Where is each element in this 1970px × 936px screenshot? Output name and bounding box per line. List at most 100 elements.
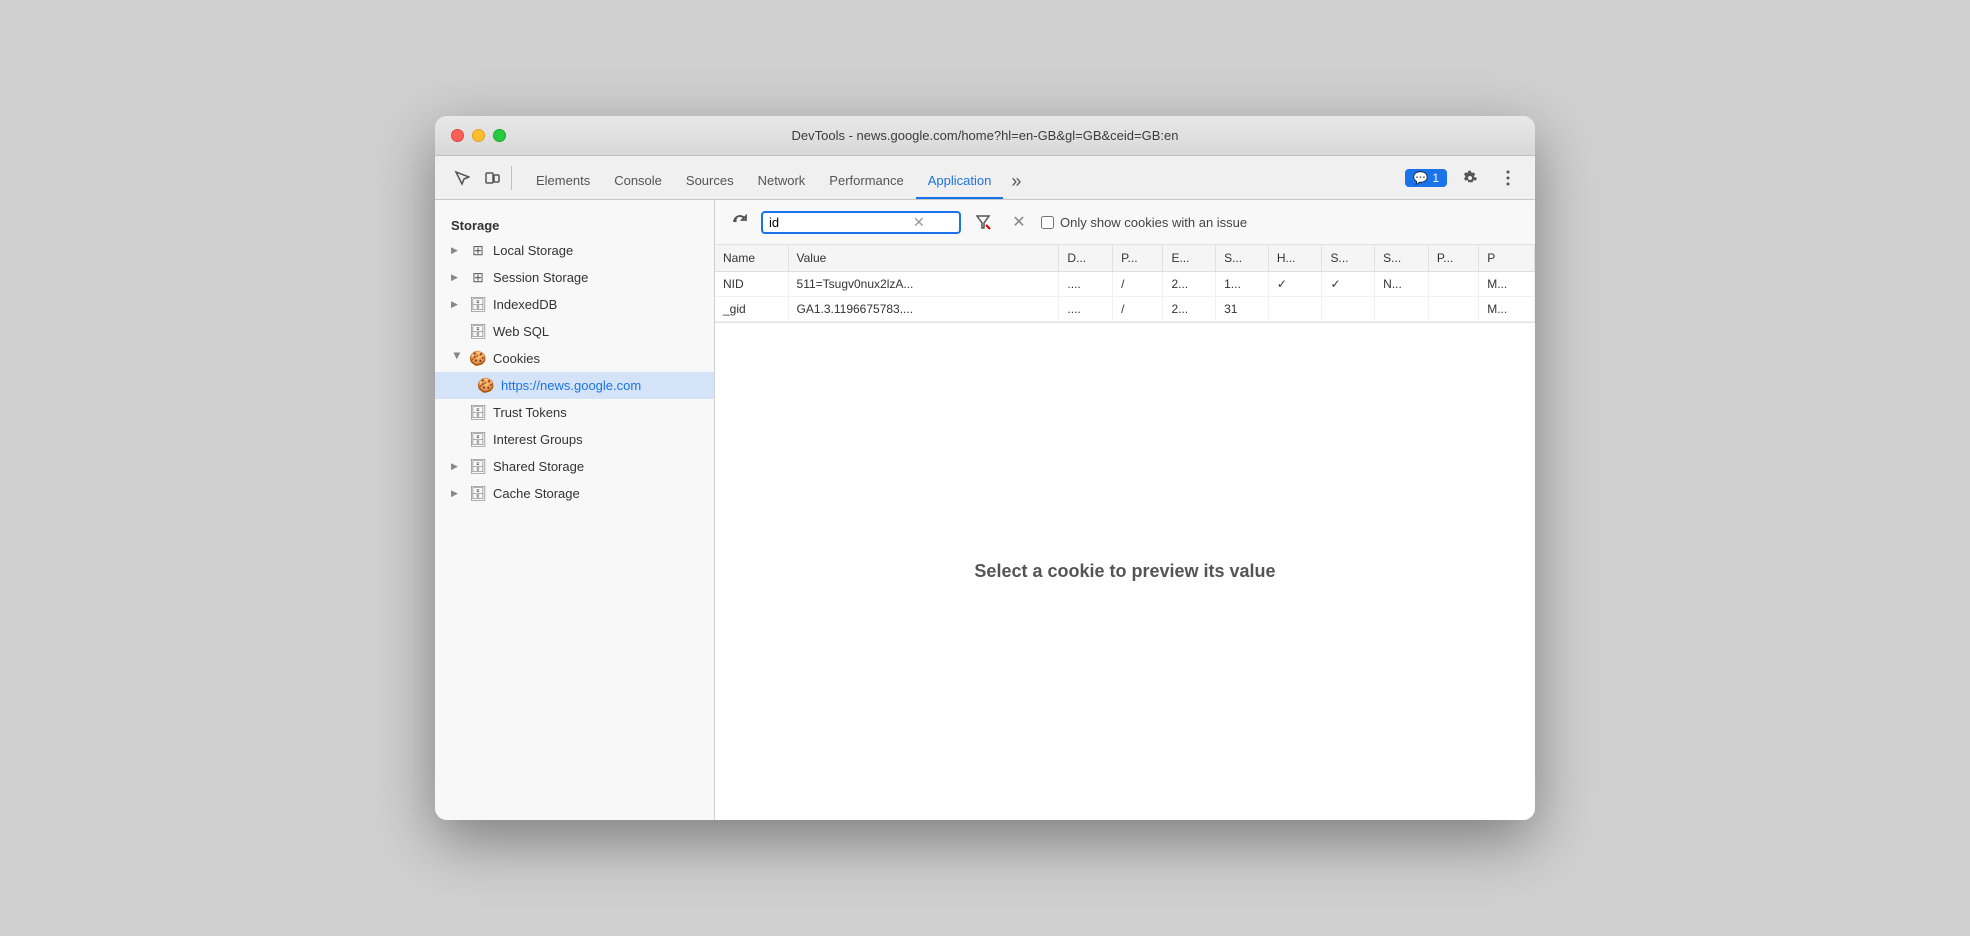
col-path: P...: [1113, 245, 1163, 272]
cookies-table: Name Value D... P... E... S... H... S...…: [715, 245, 1535, 322]
cell-value: 511=Tsugv0nux2lzA...: [788, 272, 1059, 297]
sidebar-item-web-sql[interactable]: ▶ 🗄 Web SQL: [435, 318, 714, 345]
cookie-url-icon: 🍪: [477, 377, 495, 394]
cell-priority: [1428, 297, 1478, 322]
col-size: S...: [1216, 245, 1269, 272]
sidebar-label: Shared Storage: [493, 459, 584, 474]
trust-tokens-icon: 🗄: [469, 404, 487, 421]
traffic-lights: [451, 129, 506, 142]
cell-samesite: [1375, 297, 1429, 322]
web-sql-icon: 🗄: [469, 323, 487, 340]
arrow-icon: ▶: [451, 245, 463, 256]
sidebar-item-cookies[interactable]: ▶ 🍪 Cookies: [435, 345, 714, 372]
toolbar-right: 💬 1: [1405, 163, 1523, 193]
cookies-icon: 🍪: [469, 350, 487, 367]
sidebar-item-cookies-url[interactable]: 🍪 https://news.google.com: [435, 372, 714, 399]
interest-groups-icon: 🗄: [469, 431, 487, 448]
sidebar-item-indexeddb[interactable]: ▶ 🗄 IndexedDB: [435, 291, 714, 318]
col-expires: E...: [1163, 245, 1216, 272]
devtools-window: DevTools - news.google.com/home?hl=en-GB…: [435, 116, 1535, 820]
main-panel: ✕ ✕ Only show cookies with an issue: [715, 200, 1535, 820]
close-button[interactable]: [451, 129, 464, 142]
arrow-icon: ▶: [451, 299, 463, 310]
cell-secure: [1322, 297, 1375, 322]
cell-partitioned: M...: [1479, 272, 1535, 297]
chat-badge[interactable]: 💬 1: [1405, 169, 1447, 187]
sidebar-item-trust-tokens[interactable]: ▶ 🗄 Trust Tokens: [435, 399, 714, 426]
sidebar-item-local-storage[interactable]: ▶ ⊞ Local Storage: [435, 237, 714, 264]
sidebar-item-cache-storage[interactable]: ▶ 🗄 Cache Storage: [435, 480, 714, 507]
preview-text: Select a cookie to preview its value: [974, 561, 1275, 582]
table-row[interactable]: NID 511=Tsugv0nux2lzA... .... / 2... 1..…: [715, 272, 1535, 297]
shared-storage-icon: 🗄: [469, 458, 487, 475]
tab-elements[interactable]: Elements: [524, 163, 602, 199]
tab-performance[interactable]: Performance: [817, 163, 915, 199]
sidebar-label: Session Storage: [493, 270, 588, 285]
cell-size: 31: [1216, 297, 1269, 322]
sidebar-label: Interest Groups: [493, 432, 583, 447]
cell-name: _gid: [715, 297, 788, 322]
tab-network[interactable]: Network: [746, 163, 818, 199]
tab-application[interactable]: Application: [916, 163, 1004, 199]
tab-console[interactable]: Console: [602, 163, 674, 199]
col-secure: S...: [1322, 245, 1375, 272]
sidebar-label: https://news.google.com: [501, 378, 641, 393]
chat-count: 1: [1432, 171, 1439, 185]
sidebar-label: Cookies: [493, 351, 540, 366]
title-bar: DevTools - news.google.com/home?hl=en-GB…: [435, 116, 1535, 156]
col-samesite: S...: [1375, 245, 1429, 272]
preview-panel: Select a cookie to preview its value: [715, 323, 1535, 820]
arrow-icon: ▶: [451, 272, 463, 283]
filter-button[interactable]: [969, 208, 997, 236]
cell-name: NID: [715, 272, 788, 297]
col-domain: D...: [1059, 245, 1113, 272]
maximize-button[interactable]: [493, 129, 506, 142]
more-tabs-button[interactable]: »: [1003, 163, 1029, 199]
search-box: ✕: [761, 211, 961, 234]
table-row[interactable]: _gid GA1.3.1196675783.... .... / 2... 31…: [715, 297, 1535, 322]
settings-button[interactable]: [1455, 163, 1485, 193]
cell-domain: ....: [1059, 297, 1113, 322]
toolbar-separator: [511, 166, 512, 190]
cell-priority: [1428, 272, 1478, 297]
inspect-tool-button[interactable]: [447, 163, 477, 193]
col-name: Name: [715, 245, 788, 272]
cache-storage-icon: 🗄: [469, 485, 487, 502]
cell-httponly: ✓: [1268, 272, 1322, 297]
arrow-open-icon: ▶: [452, 353, 463, 365]
only-issues-checkbox[interactable]: [1041, 216, 1054, 229]
only-issues-label[interactable]: Only show cookies with an issue: [1041, 215, 1247, 230]
close-filter-button[interactable]: ✕: [1005, 208, 1033, 236]
cell-expires: 2...: [1163, 297, 1216, 322]
table-header-row: Name Value D... P... E... S... H... S...…: [715, 245, 1535, 272]
sidebar-label: IndexedDB: [493, 297, 557, 312]
tab-bar: Elements Console Sources Network Perform…: [524, 156, 1029, 199]
device-toolbar-button[interactable]: [477, 163, 507, 193]
col-priority: P...: [1428, 245, 1478, 272]
clear-search-button[interactable]: ✕: [913, 215, 925, 229]
local-storage-icon: ⊞: [469, 242, 487, 259]
more-options-button[interactable]: [1493, 163, 1523, 193]
sidebar-item-shared-storage[interactable]: ▶ 🗄 Shared Storage: [435, 453, 714, 480]
col-value: Value: [788, 245, 1059, 272]
cell-domain: ....: [1059, 272, 1113, 297]
cookies-table-container: Name Value D... P... E... S... H... S...…: [715, 245, 1535, 323]
refresh-button[interactable]: [727, 209, 753, 235]
sidebar-label: Local Storage: [493, 243, 573, 258]
indexeddb-icon: 🗄: [469, 296, 487, 313]
cell-secure: ✓: [1322, 272, 1375, 297]
tab-sources[interactable]: Sources: [674, 163, 746, 199]
search-input[interactable]: [769, 215, 909, 230]
cell-value: GA1.3.1196675783....: [788, 297, 1059, 322]
cell-expires: 2...: [1163, 272, 1216, 297]
arrow-icon: ▶: [451, 461, 463, 472]
sidebar: Storage ▶ ⊞ Local Storage ▶ ⊞ Session St…: [435, 200, 715, 820]
sidebar-item-session-storage[interactable]: ▶ ⊞ Session Storage: [435, 264, 714, 291]
window-title: DevTools - news.google.com/home?hl=en-GB…: [792, 128, 1179, 143]
cell-samesite: N...: [1375, 272, 1429, 297]
sidebar-label: Web SQL: [493, 324, 549, 339]
sidebar-item-interest-groups[interactable]: ▶ 🗄 Interest Groups: [435, 426, 714, 453]
chat-icon: 💬: [1413, 171, 1428, 185]
minimize-button[interactable]: [472, 129, 485, 142]
arrow-icon: ▶: [451, 488, 463, 499]
